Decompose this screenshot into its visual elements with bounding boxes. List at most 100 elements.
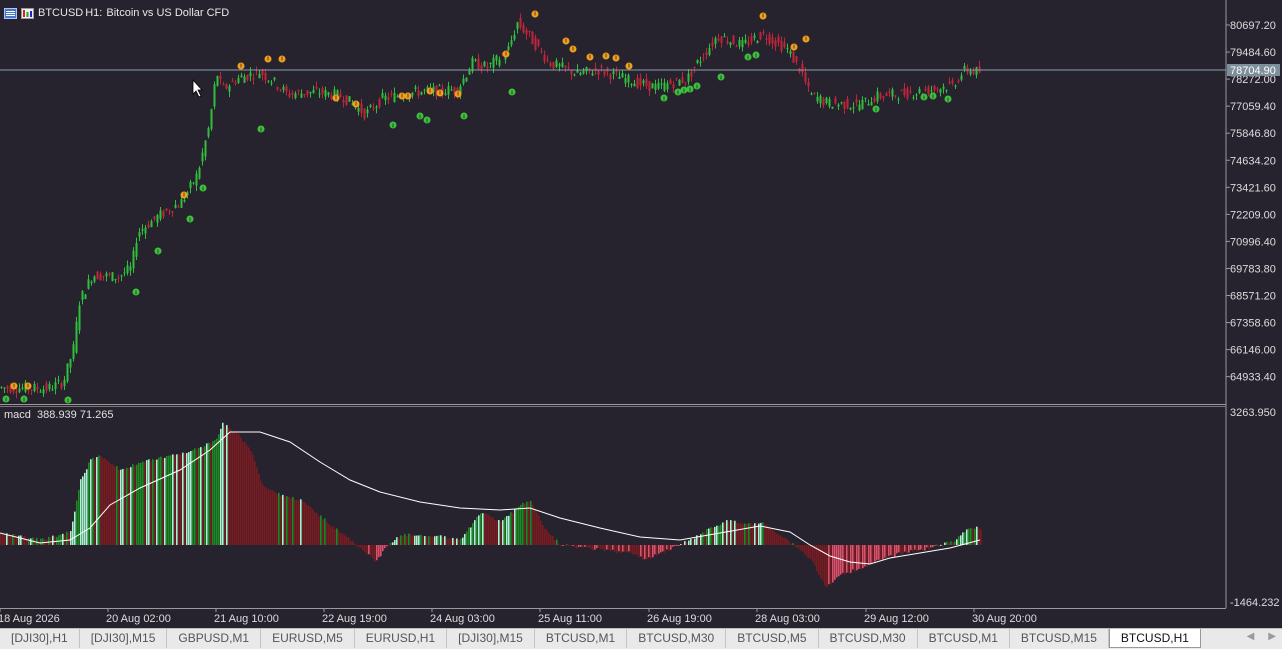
chart-type-icon[interactable]: [21, 7, 34, 19]
candle: [366, 106, 369, 118]
candle: [210, 108, 213, 131]
candle: [690, 69, 693, 82]
macd-histogram-bar: [52, 535, 54, 545]
macd-histogram-bar: [838, 545, 840, 577]
candle: [450, 85, 453, 91]
candle: [306, 90, 309, 98]
candle: [759, 31, 762, 41]
candle: [387, 92, 390, 104]
macd-histogram-bar: [674, 545, 676, 547]
tab-scroll-left-icon[interactable]: ◀: [1247, 631, 1255, 642]
candle: [417, 85, 420, 99]
macd-histogram-bar: [836, 545, 838, 578]
tab-btcusd-m1[interactable]: BTCUSD,M1: [535, 629, 628, 648]
tab-dji30-m15[interactable]: [DJI30],M15: [80, 629, 168, 648]
macd-histogram-bar: [750, 523, 752, 545]
candle: [549, 61, 552, 68]
macd-histogram-bar: [106, 460, 108, 545]
macd-histogram-bar: [60, 534, 62, 545]
candle: [912, 95, 915, 101]
tab-dji30-h1[interactable]: [DJI30],H1: [0, 629, 80, 648]
macd-histogram-bar: [102, 458, 104, 545]
tab-dji30-m15[interactable]: [DJI30],M15: [447, 629, 535, 648]
macd-histogram-bar: [92, 457, 94, 545]
macd-histogram-bar: [552, 535, 554, 545]
macd-histogram-bar: [228, 427, 230, 545]
candle: [870, 97, 873, 106]
macd-histogram-bar: [862, 545, 864, 569]
candle: [75, 316, 78, 355]
candle: [315, 81, 318, 90]
macd-histogram-bar: [520, 504, 522, 545]
macd-histogram-bar: [238, 434, 240, 545]
tab-btcusd-m30[interactable]: BTCUSD,M30: [627, 629, 727, 648]
macd-histogram-bar: [98, 455, 100, 545]
candle: [660, 78, 663, 89]
macd-histogram-bar: [778, 534, 780, 545]
macd-histogram-bar: [542, 524, 544, 545]
macd-histogram-bar: [86, 469, 88, 545]
candle: [636, 73, 639, 90]
macd-histogram-bar: [756, 524, 758, 545]
tab-eurusd-h1[interactable]: EURUSD,H1: [355, 629, 448, 648]
macd-histogram-bar: [944, 542, 946, 545]
macd-histogram-bar: [424, 536, 426, 545]
tab-scroll-right-icon[interactable]: ▶: [1268, 631, 1276, 642]
macd-histogram-bar: [66, 531, 68, 545]
candle: [534, 34, 537, 52]
macd-axis-bottom-label: -1464.232: [1230, 597, 1280, 609]
candle: [744, 34, 747, 45]
tab-btcusd-m1[interactable]: BTCUSD,M1: [918, 629, 1010, 648]
macd-histogram-bar: [396, 537, 398, 545]
macd-histogram-bar: [484, 513, 486, 545]
candle: [138, 227, 141, 242]
candle: [48, 381, 51, 392]
candle: [942, 83, 945, 94]
candle: [795, 55, 798, 66]
macd-histogram-bar: [186, 453, 188, 545]
tab-gbpusd-m1[interactable]: GBPUSD,M1: [167, 629, 262, 648]
candle: [6, 385, 9, 394]
candle: [726, 36, 729, 45]
macd-histogram-bar: [974, 528, 976, 545]
macd-histogram-bar: [206, 443, 208, 545]
macd-histogram-bar: [304, 502, 306, 545]
candle: [972, 67, 975, 76]
macd-histogram-bar: [922, 545, 924, 551]
chart-window-icon[interactable]: [4, 7, 17, 19]
tab-btcusd-m30[interactable]: BTCUSD,M30: [819, 629, 918, 648]
candle: [957, 78, 960, 84]
tab-btcusd-h1[interactable]: BTCUSD,H1: [1108, 629, 1201, 648]
macd-histogram-bar: [282, 494, 284, 545]
candle: [324, 86, 327, 100]
macd-histogram-bar: [646, 545, 648, 560]
macd-histogram-bar: [726, 520, 728, 545]
macd-histogram-bar: [610, 545, 612, 552]
candle: [171, 210, 174, 217]
macd-histogram-bar: [720, 524, 722, 545]
macd-histogram-bar: [240, 437, 242, 545]
macd-histogram-bar: [330, 526, 332, 545]
macd-histogram-bar: [554, 540, 556, 545]
macd-histogram-bar: [254, 460, 256, 545]
macd-histogram-bar: [194, 448, 196, 545]
macd-histogram-bar: [644, 545, 646, 560]
candle: [885, 91, 888, 97]
tab-btcusd-m15[interactable]: BTCUSD,M15: [1010, 629, 1109, 648]
macd-histogram-bar: [560, 545, 562, 546]
chart-area[interactable]: 80697.20 79484.60 78272.00 77059.40 75846.80…: [0, 0, 1282, 628]
macd-histogram-bar: [158, 457, 160, 545]
candle: [30, 389, 33, 396]
macd-histogram-bar: [388, 545, 390, 547]
macd-histogram-bar: [198, 447, 200, 545]
price-chart[interactable]: 80697.2079484.6078272.0077059.4075846.80…: [0, 0, 1282, 628]
macd-histogram-bar: [962, 532, 964, 545]
tab-btcusd-m5[interactable]: BTCUSD,M5: [726, 629, 819, 648]
tab-eurusd-m5[interactable]: EURUSD,M5: [261, 629, 355, 648]
macd-histogram-bar: [938, 545, 940, 547]
macd-histogram-bar: [924, 545, 926, 551]
macd-histogram-bar: [356, 545, 358, 547]
macd-histogram-bar: [466, 531, 468, 545]
price-axis-label: 69783.80: [1230, 263, 1276, 275]
candle: [684, 82, 687, 87]
